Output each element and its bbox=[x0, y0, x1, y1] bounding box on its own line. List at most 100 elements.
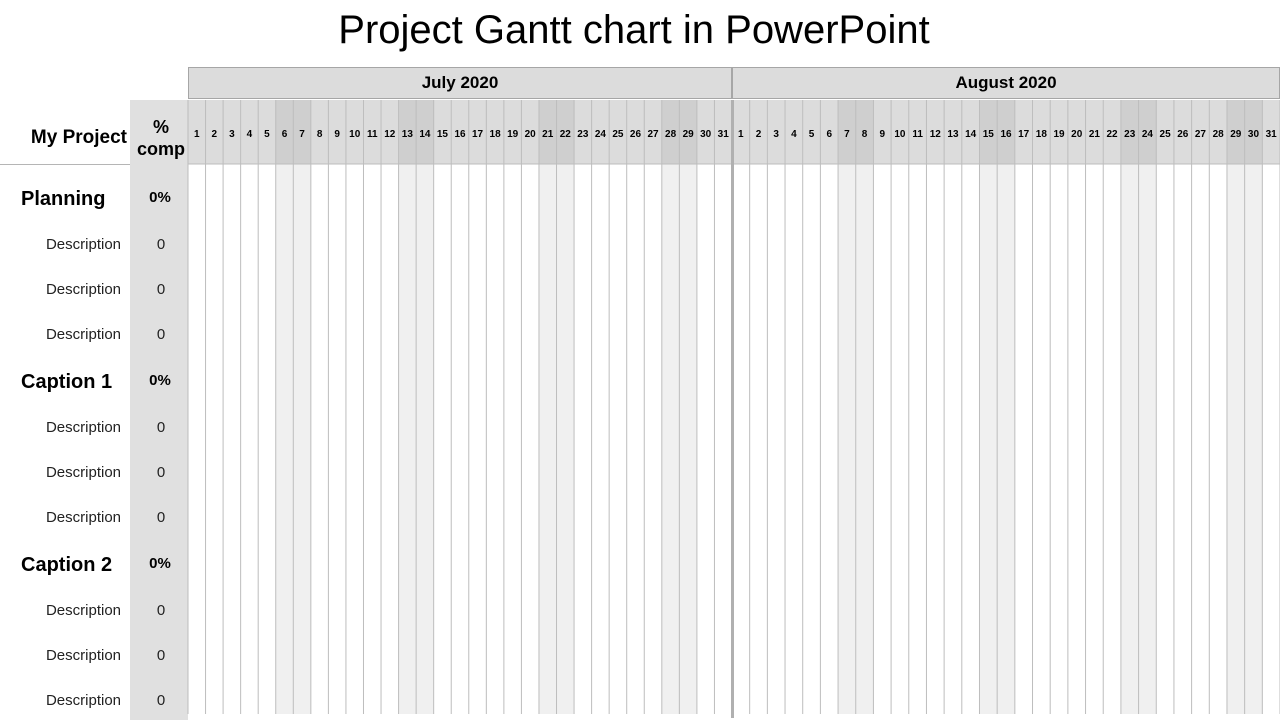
day-label: 15 bbox=[437, 129, 449, 140]
day-label: 5 bbox=[264, 129, 270, 140]
day-label: 8 bbox=[317, 129, 323, 140]
day-label: 19 bbox=[507, 129, 519, 140]
day-label: 7 bbox=[299, 129, 305, 140]
day-label: 30 bbox=[1248, 129, 1260, 140]
day-label: 9 bbox=[334, 129, 340, 140]
weekend-column bbox=[838, 164, 856, 714]
day-label: 8 bbox=[862, 129, 868, 140]
section-label: Planning bbox=[21, 188, 106, 210]
day-label: 26 bbox=[1177, 129, 1189, 140]
day-label: 1 bbox=[738, 129, 744, 140]
day-label: 11 bbox=[367, 129, 378, 140]
day-label: 20 bbox=[525, 129, 537, 140]
task-label: Description bbox=[45, 692, 121, 709]
task-label: Description bbox=[45, 281, 121, 298]
day-label: 16 bbox=[1000, 129, 1012, 140]
day-label: 31 bbox=[718, 129, 730, 140]
task-label: Description bbox=[45, 602, 121, 619]
task-label: Description bbox=[45, 326, 121, 343]
day-label: 11 bbox=[912, 129, 923, 140]
weekend-column bbox=[679, 164, 697, 714]
day-label: 18 bbox=[1036, 129, 1048, 140]
weekend-column bbox=[1244, 164, 1263, 714]
task-label: Description bbox=[45, 647, 121, 664]
day-label: 3 bbox=[229, 129, 235, 140]
day-label: 19 bbox=[1053, 129, 1065, 140]
day-label: 27 bbox=[647, 129, 659, 140]
day-label: 28 bbox=[665, 129, 677, 140]
weekend-column bbox=[1226, 164, 1245, 714]
day-label: 6 bbox=[826, 129, 832, 140]
day-label: 9 bbox=[879, 129, 885, 140]
day-label: 23 bbox=[577, 129, 589, 140]
day-label: 14 bbox=[965, 129, 977, 140]
task-label: Description bbox=[45, 236, 121, 253]
day-label: 1 bbox=[194, 129, 200, 140]
task-percent: 0 bbox=[156, 419, 166, 436]
day-label: 3 bbox=[773, 129, 779, 140]
weekend-column bbox=[538, 164, 557, 714]
day-label: 5 bbox=[809, 129, 815, 140]
day-label: 27 bbox=[1195, 129, 1207, 140]
task-percent: 0 bbox=[156, 281, 166, 298]
month-header: July 2020 bbox=[188, 67, 732, 99]
day-label: 22 bbox=[1107, 129, 1119, 140]
weekend-column bbox=[416, 164, 434, 714]
task-label: Description bbox=[45, 464, 121, 481]
day-label: 24 bbox=[595, 129, 607, 140]
day-label: 25 bbox=[1160, 129, 1172, 140]
day-label: 25 bbox=[612, 129, 624, 140]
day-label: 17 bbox=[472, 129, 484, 140]
section-percent: 0% bbox=[149, 555, 171, 572]
day-label: 29 bbox=[683, 129, 695, 140]
task-percent: 0 bbox=[156, 236, 166, 253]
section-percent: 0% bbox=[149, 189, 171, 206]
weekend-column bbox=[556, 164, 575, 714]
day-label: 17 bbox=[1018, 129, 1030, 140]
day-label: 22 bbox=[560, 129, 572, 140]
day-label: 4 bbox=[791, 129, 797, 140]
task-percent: 0 bbox=[156, 647, 166, 664]
day-label: 6 bbox=[282, 129, 288, 140]
day-label: 26 bbox=[630, 129, 642, 140]
weekend-column bbox=[997, 164, 1015, 714]
day-label: 29 bbox=[1230, 129, 1242, 140]
day-label: 24 bbox=[1142, 129, 1154, 140]
day-label: 7 bbox=[844, 129, 850, 140]
day-label: 20 bbox=[1071, 129, 1083, 140]
day-label: 31 bbox=[1266, 129, 1278, 140]
weekend-column bbox=[293, 164, 311, 714]
weekend-column bbox=[855, 164, 874, 714]
day-label: 2 bbox=[212, 129, 218, 140]
weekend-column bbox=[398, 164, 417, 714]
day-label: 28 bbox=[1213, 129, 1225, 140]
day-label: 15 bbox=[983, 129, 995, 140]
task-percent: 0 bbox=[156, 464, 166, 481]
task-percent: 0 bbox=[156, 692, 166, 709]
task-percent: 0 bbox=[156, 602, 166, 619]
section-percent: 0% bbox=[149, 372, 171, 389]
day-label: 23 bbox=[1124, 129, 1136, 140]
day-label: 18 bbox=[490, 129, 502, 140]
section-label: Caption 1 bbox=[21, 371, 113, 393]
section-label: Caption 2 bbox=[21, 554, 113, 576]
day-label: 21 bbox=[1089, 129, 1101, 140]
weekend-column bbox=[1138, 164, 1157, 714]
weekend-column bbox=[275, 164, 294, 714]
month-header: August 2020 bbox=[732, 67, 1280, 99]
day-label: 10 bbox=[349, 129, 361, 140]
gantt-grid: 1 2 3 4 5 6 7 8 9 10 11 12 13 14 15 16 17 18 19 20 21 22 23 24 2… bbox=[187, 100, 1280, 718]
day-label: 2 bbox=[756, 129, 762, 140]
task-percent: 0 bbox=[156, 326, 166, 343]
day-label: 21 bbox=[542, 129, 554, 140]
day-label: 13 bbox=[947, 129, 959, 140]
day-label: 12 bbox=[384, 129, 396, 140]
day-label: 14 bbox=[419, 129, 431, 140]
weekend-column bbox=[1120, 164, 1139, 714]
task-label: Description bbox=[45, 509, 121, 526]
day-label: 30 bbox=[700, 129, 712, 140]
day-label: 12 bbox=[930, 129, 942, 140]
weekend-column bbox=[661, 164, 680, 714]
task-label: Description bbox=[45, 419, 121, 436]
task-percent: 0 bbox=[156, 509, 166, 526]
